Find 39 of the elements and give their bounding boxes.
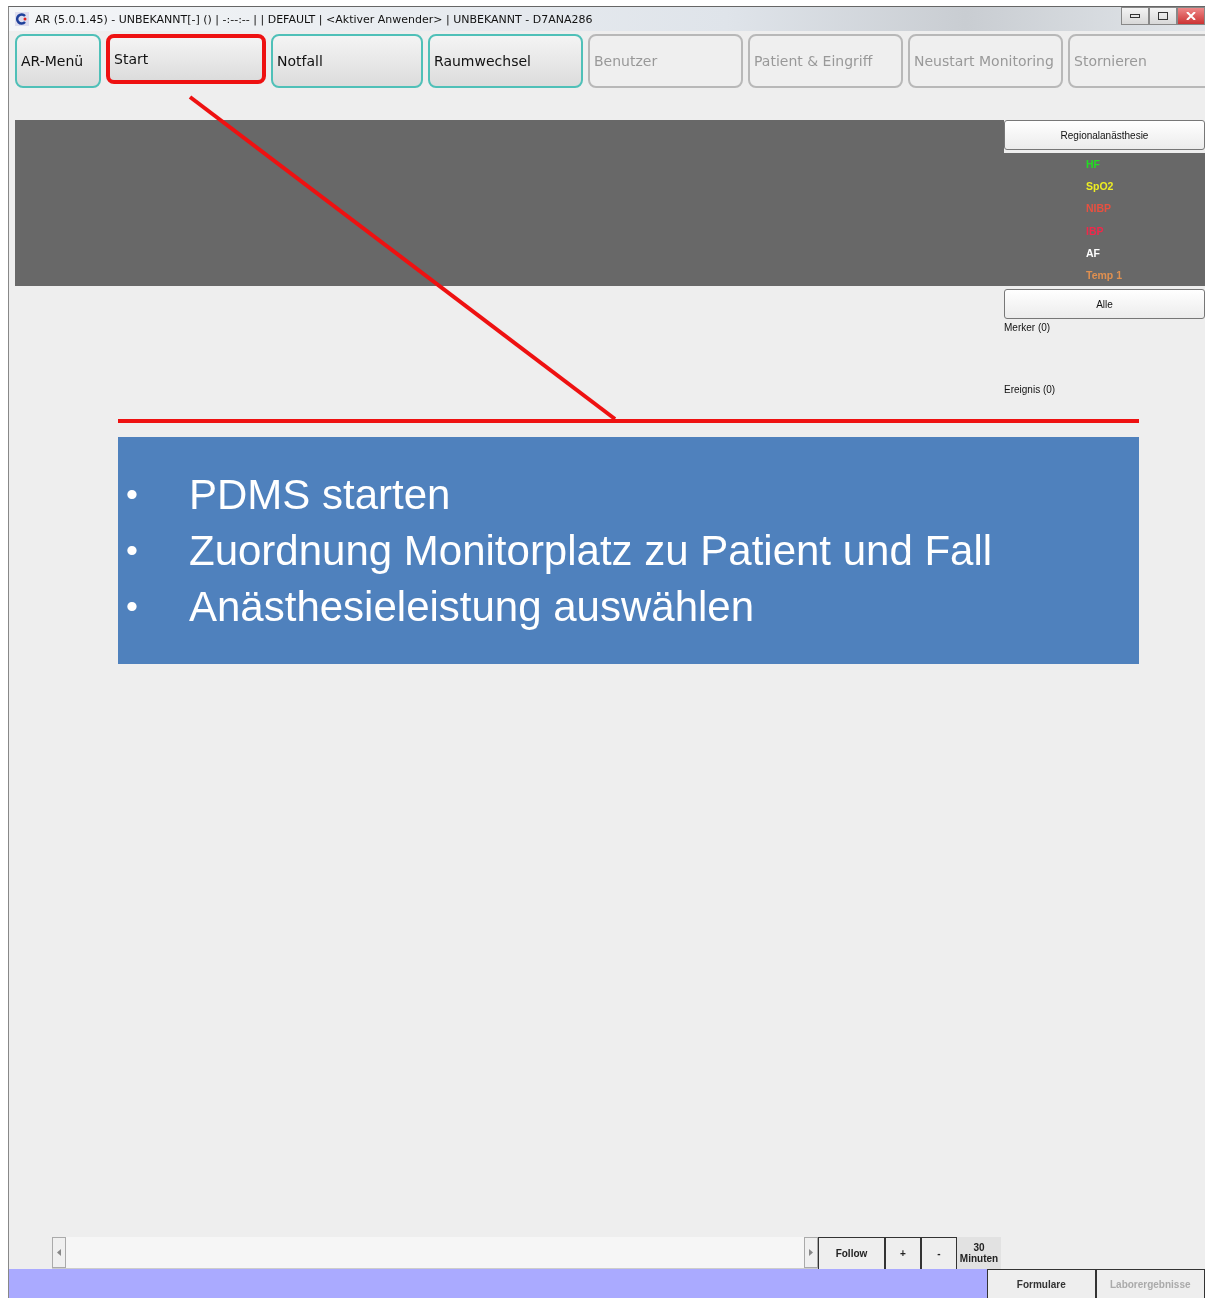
maximize-icon (1158, 12, 1168, 20)
left-arrow-icon (57, 1249, 61, 1256)
bullet: • (126, 475, 139, 514)
toolbar-button[interactable]: Start (106, 34, 266, 84)
app-logo-icon (15, 12, 29, 26)
close-icon (1186, 12, 1196, 20)
timeline-button[interactable]: Follow (818, 1237, 885, 1269)
timeline-button[interactable]: - (921, 1237, 957, 1269)
maximize-button[interactable] (1149, 7, 1177, 25)
window-title: AR (5.0.1.45) - UNBEKANNT[-] () | -:--:-- | | DEFAULT | <Aktiver Anwender> | UNBEKANNT - D7ANA286 (35, 12, 593, 26)
vital-label: SpO2 (1086, 180, 1115, 193)
vital-label: AF (1086, 246, 1101, 259)
range-unit: Minuten (959, 1253, 999, 1264)
bullet: • (126, 587, 139, 626)
range-value: 30 (973, 1242, 985, 1253)
minimize-button[interactable] (1121, 7, 1149, 25)
close-button[interactable] (1177, 7, 1205, 25)
vital-label: IBP (1086, 224, 1105, 237)
toolbar-button[interactable]: Raumwechsel (428, 34, 583, 88)
filter-button[interactable]: Alle (1004, 289, 1205, 319)
toolbar-button[interactable]: Notfall (271, 34, 423, 88)
callout-text: Anästhesieleistung auswählen (189, 582, 755, 631)
bottom-tab[interactable]: Formulare (987, 1269, 1096, 1298)
vital-label: NIBP (1086, 202, 1113, 215)
timeline-button[interactable]: + (885, 1237, 921, 1269)
scroll-right-button[interactable] (804, 1237, 818, 1268)
vital-label: Temp 1 (1086, 268, 1123, 281)
toolbar-button[interactable]: AR-Menü (15, 34, 101, 88)
timeline-scrollbar[interactable] (52, 1237, 818, 1269)
events-label: Ereignis (0) (1004, 384, 1057, 395)
right-arrow-icon (809, 1249, 813, 1256)
callout-text: PDMS starten (189, 470, 451, 519)
markers-label: Merker (0) (1004, 322, 1052, 333)
callout-text: Zuordnung Monitorplatz zu Patient und Fall (189, 526, 993, 575)
scroll-left-button[interactable] (52, 1237, 66, 1268)
bullet: • (126, 531, 139, 570)
mode-button[interactable]: Regionalanästhesie (1004, 120, 1205, 150)
vital-label: HF (1086, 158, 1101, 171)
minimize-icon (1130, 14, 1140, 18)
